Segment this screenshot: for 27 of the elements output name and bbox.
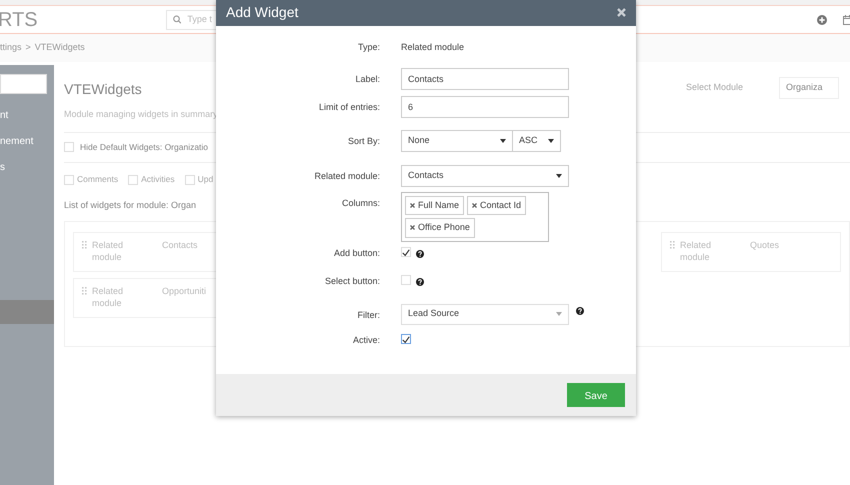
widget-name: Opportuniti: [162, 284, 206, 298]
field-label: Active:: [352, 334, 380, 346]
logo-text: RTS: [0, 8, 39, 32]
breadcrumb-separator: >: [26, 41, 31, 54]
field-label: Add button:: [332, 246, 380, 260]
checkbox-label: Upd: [198, 173, 214, 186]
list-title: List of widgets for module: Organ: [64, 199, 196, 212]
type-value: Related module: [401, 40, 464, 54]
field-label: Sort By:: [346, 134, 380, 148]
field-label: Limit of entries:: [318, 100, 380, 114]
page-description: Module managing widgets in summary: [64, 108, 219, 121]
field-label: Label:: [354, 72, 380, 86]
widget-type: Related module: [92, 238, 124, 264]
widget-type: Related module: [680, 238, 712, 264]
widget-type: Related module: [92, 284, 124, 310]
field-label: Related module:: [313, 170, 380, 182]
checkbox-label: Comments: [77, 173, 118, 186]
checkbox-label: Activities: [141, 173, 175, 186]
field-label: Columns:: [340, 196, 380, 210]
field-label: Select Module: [686, 81, 744, 94]
field-label: Filter:: [356, 308, 380, 322]
dialog-title: Add Widget: [226, 3, 298, 22]
checkbox-label: Hide Default Widgets: Organizatio: [80, 140, 208, 154]
field-label: Select button:: [324, 274, 380, 288]
field-label: Type:: [356, 40, 380, 54]
widget-name: Contacts: [162, 238, 198, 252]
widget-name: Quotes: [750, 238, 780, 252]
